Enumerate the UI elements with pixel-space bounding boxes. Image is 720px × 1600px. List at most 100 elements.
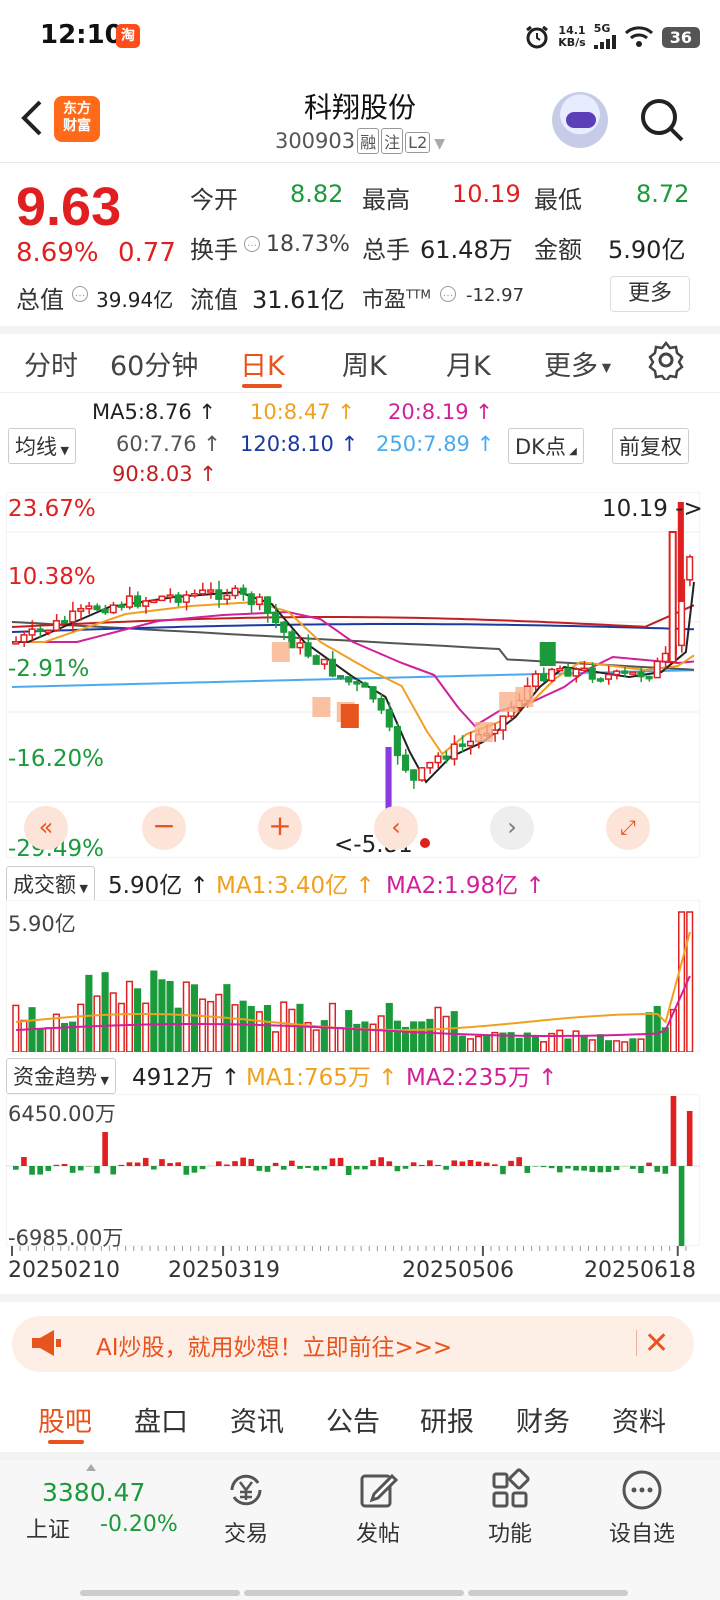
flow-bar — [451, 1160, 458, 1166]
turnover-value: 18.73% — [266, 232, 350, 257]
candle — [361, 682, 369, 688]
flow-bar — [630, 1166, 636, 1169]
pe-value: -12.97 — [466, 285, 525, 306]
flow-bar — [589, 1166, 596, 1173]
candle — [166, 594, 174, 598]
volume-bar — [280, 1001, 288, 1052]
stock-code: 300903 — [274, 129, 356, 153]
promo-text[interactable]: AI炒股，就用妙想！立即前往>>> — [96, 1328, 452, 1362]
flow-bar — [61, 1164, 68, 1166]
index-name[interactable]: 上证 — [26, 1512, 70, 1544]
header-divider — [0, 162, 720, 163]
adjust-button[interactable]: 前复权 — [612, 428, 689, 464]
gear-icon[interactable] — [646, 340, 686, 380]
volume-bar — [580, 1036, 588, 1052]
flow-max-label: 6450.00万 — [8, 1102, 116, 1126]
scroll-handle — [468, 1590, 628, 1596]
y-label-2: 10.38% — [8, 564, 96, 590]
flow-bar — [418, 1164, 425, 1166]
fullscreen-button[interactable]: ⤢ — [606, 806, 650, 850]
tab-forum[interactable]: 股吧 — [38, 1400, 92, 1439]
volume-chart[interactable] — [6, 900, 700, 1052]
y-label-3: -2.91% — [8, 656, 90, 682]
flow-bar — [77, 1166, 84, 1171]
volume-bar — [539, 1041, 548, 1052]
candle — [280, 621, 288, 633]
flow-bar — [459, 1161, 466, 1166]
candle — [117, 604, 125, 608]
tab-financials[interactable]: 财务 — [516, 1400, 570, 1439]
volume-bar — [231, 1004, 239, 1052]
index-value[interactable]: 3380.47 — [42, 1478, 145, 1507]
volume-bar — [361, 1021, 369, 1052]
candle — [312, 655, 320, 665]
tab-announcements[interactable]: 公告 — [326, 1400, 380, 1439]
fund-trend-selector[interactable]: 资金趋势 ▼ — [6, 1058, 116, 1094]
candle — [158, 595, 166, 602]
tab-60min[interactable]: 60分钟 — [110, 344, 198, 383]
tab-more[interactable]: 更多 ▼ — [544, 344, 611, 383]
tab-weekly-k[interactable]: 周K — [342, 344, 387, 383]
expand-caret-icon[interactable] — [86, 1464, 96, 1471]
signal-marker — [340, 704, 359, 728]
search-icon[interactable] — [638, 96, 686, 144]
signal-marker — [539, 642, 556, 666]
next-button[interactable]: › — [490, 806, 534, 850]
volume-bar — [182, 981, 190, 1052]
volume-bar — [288, 1008, 296, 1052]
flow-bar — [191, 1166, 198, 1173]
volume-bar — [458, 1035, 466, 1052]
candle — [247, 593, 255, 606]
volume-bar — [556, 1029, 564, 1052]
flow-bar — [321, 1166, 328, 1170]
candle — [466, 740, 475, 747]
candle — [668, 531, 677, 663]
volume-ma2: MA2:1.98亿 ↑ — [386, 873, 545, 899]
stock-code-line[interactable]: 300903 融注 L2 ▼ — [0, 128, 720, 154]
tab-news[interactable]: 资讯 — [230, 1400, 284, 1439]
flow-bar — [548, 1166, 555, 1169]
volume-bar — [150, 970, 158, 1052]
market-cap-label: 总值 — [16, 286, 64, 314]
nav-post[interactable]: 发帖 — [330, 1468, 426, 1548]
ma-selector[interactable]: 均线 ▼ — [8, 428, 76, 464]
more-quote-button[interactable]: 更多 — [610, 276, 690, 312]
rewind-button[interactable]: « — [24, 806, 68, 850]
info-icon[interactable]: … — [440, 286, 456, 302]
open-value: 8.82 — [290, 180, 344, 208]
flow-bar — [37, 1166, 43, 1175]
zoom-in-button[interactable]: + — [258, 806, 302, 850]
info-icon[interactable]: … — [72, 286, 88, 302]
nav-functions[interactable]: 功能 — [462, 1468, 558, 1548]
ma60-legend: 60:7.76 ↑ — [116, 432, 221, 456]
prev-button[interactable]: ‹ — [374, 806, 418, 850]
candle — [580, 667, 588, 672]
open-label: 今开 — [190, 186, 238, 214]
nav-add-watchlist[interactable]: 设自选 — [594, 1468, 690, 1548]
flow-bar — [386, 1161, 393, 1166]
tab-daily-k[interactable]: 日K — [240, 344, 285, 383]
candlestick-chart[interactable] — [6, 492, 700, 858]
candle — [345, 676, 353, 683]
flow-bar — [199, 1166, 206, 1170]
tab-order-book[interactable]: 盘口 — [134, 1400, 188, 1439]
close-icon[interactable]: ✕ — [644, 1326, 669, 1361]
volume-bar — [85, 974, 93, 1052]
nav-trade[interactable]: 交易 — [198, 1468, 294, 1548]
tab-research[interactable]: 研报 — [420, 1400, 474, 1439]
pe-label: 市盈TTM — [362, 287, 431, 313]
info-icon[interactable]: … — [244, 236, 260, 252]
candle — [393, 726, 401, 757]
float-cap-label: 流值 — [190, 286, 238, 314]
volume-selector[interactable]: 成交额 ▼ — [6, 866, 95, 902]
candle — [645, 675, 653, 680]
zoom-out-button[interactable]: − — [142, 806, 186, 850]
index-change[interactable]: -0.20% — [100, 1512, 178, 1537]
flow-value: 4912万 ↑ — [132, 1065, 241, 1091]
tab-intraday[interactable]: 分时 — [24, 344, 78, 383]
volume-max-label: 5.90亿 — [8, 912, 76, 936]
tab-profile[interactable]: 资料 — [612, 1400, 666, 1439]
tab-monthly-k[interactable]: 月K — [446, 344, 491, 383]
promo-divider — [636, 1330, 637, 1356]
dk-point-button[interactable]: DK点 ◢ — [508, 428, 584, 464]
